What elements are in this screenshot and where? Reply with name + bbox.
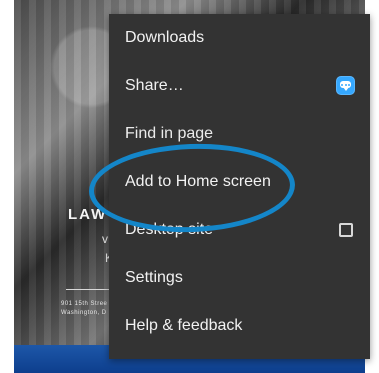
menu-item-label: Settings (125, 269, 183, 286)
menu-item-label: Share… (125, 77, 184, 94)
menu-item-share[interactable]: Share… (109, 62, 370, 110)
share-dots-icon (340, 84, 351, 86)
menu-item-label: Downloads (125, 29, 205, 46)
address-line-2: Washington, D (61, 310, 107, 316)
menu-item-help-feedback[interactable]: Help & feedback (109, 302, 370, 350)
law-title-text: LAW (68, 206, 108, 223)
menu-item-add-to-home-screen[interactable]: Add to Home screen (109, 158, 370, 206)
menu-item-label: Add to Home screen (125, 173, 271, 190)
menu-item-label: Help & feedback (125, 317, 243, 334)
menu-item-label: Desktop site (125, 221, 214, 238)
desktop-site-checkbox[interactable] (339, 223, 353, 237)
menu-item-desktop-site[interactable]: Desktop site (109, 206, 370, 254)
address-line-1: 901 15th Stree (61, 301, 108, 307)
law-subtitle-text: v (102, 232, 108, 246)
menu-item-downloads[interactable]: Downloads (109, 14, 370, 62)
menu-item-settings[interactable]: Settings (109, 254, 370, 302)
overflow-menu: Downloads Share… Find in page Add to Hom… (109, 14, 370, 359)
menu-item-label: Find in page (125, 125, 214, 142)
menu-item-find-in-page[interactable]: Find in page (109, 110, 370, 158)
